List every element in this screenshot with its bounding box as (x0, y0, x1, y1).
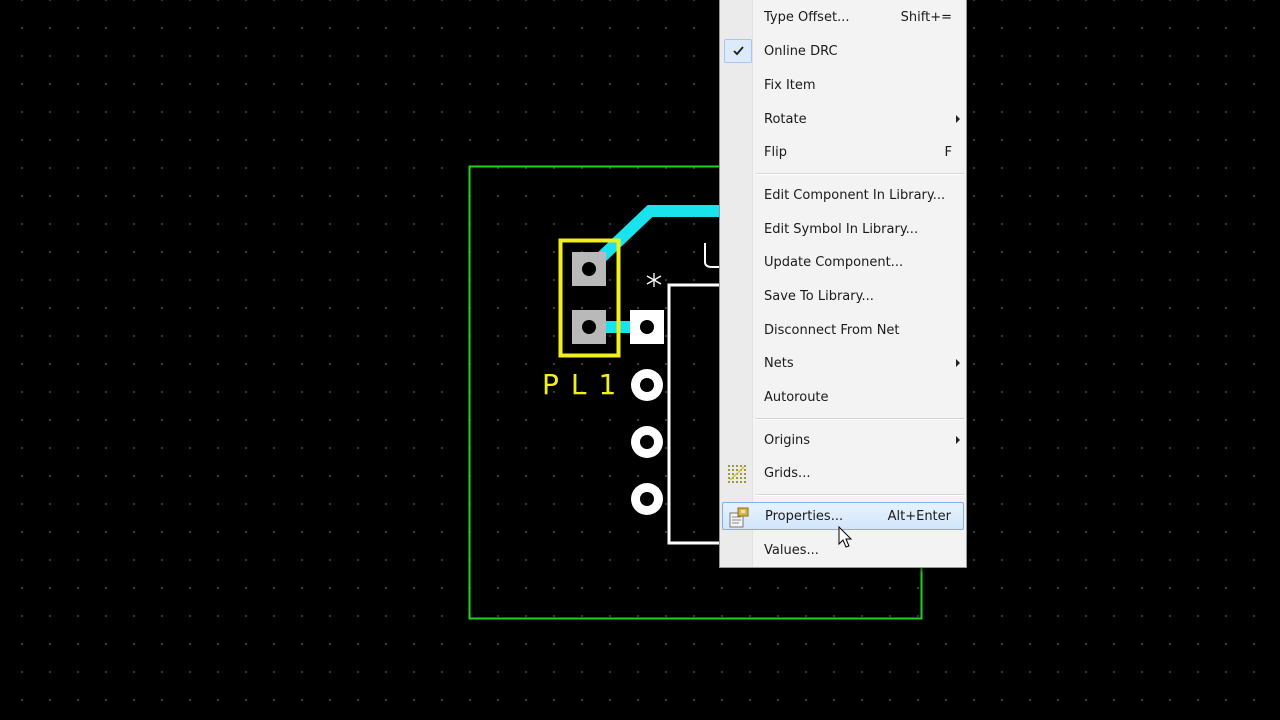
menu-item-grids[interactable]: Grids... (722, 460, 964, 488)
menu-item-nets[interactable]: Nets (722, 350, 964, 378)
pl1-pad-1-hole (582, 262, 596, 276)
menu-item-label: Disconnect From Net (764, 323, 900, 338)
menu-item-edit-symbol-in-library[interactable]: Edit Symbol In Library... (722, 216, 964, 244)
menu-separator (756, 418, 964, 420)
menu-item-rotate[interactable]: Rotate (722, 106, 964, 134)
menu-item-shortcut: F (944, 145, 952, 160)
context-menu[interactable]: Type Offset... Shift+= Online DRC Fix It… (719, 0, 967, 568)
menu-item-online-drc[interactable]: Online DRC (722, 38, 964, 66)
ic-designator-partial (704, 243, 720, 268)
menu-item-fix-item[interactable]: Fix Item (722, 72, 964, 100)
menu-item-label: Autoroute (764, 390, 829, 405)
menu-item-disconnect-from-net[interactable]: Disconnect From Net (722, 317, 964, 345)
menu-item-label: Origins (764, 433, 811, 448)
ic-pad-1-hole (640, 320, 654, 334)
menu-separator (756, 173, 964, 175)
menu-item-label: Update Component... (764, 255, 904, 270)
menu-item-update-component[interactable]: Update Component... (722, 249, 964, 277)
menu-item-autoroute[interactable]: Autoroute (722, 384, 964, 412)
submenu-arrow-icon (956, 115, 960, 123)
menu-item-origins[interactable]: Origins (722, 427, 964, 455)
checkmark-icon (724, 39, 752, 63)
menu-item-save-to-library[interactable]: Save To Library... (722, 283, 964, 311)
menu-item-label: Properties... (765, 509, 844, 524)
menu-item-flip[interactable]: Flip F (722, 139, 964, 167)
menu-item-label: Type Offset... (764, 10, 850, 25)
mouse-cursor-icon (838, 526, 853, 548)
pl1-designator-label[interactable]: PL1 (542, 368, 628, 401)
pcb-drawing[interactable]: PL1 (0, 0, 1280, 720)
submenu-arrow-icon (956, 359, 960, 367)
menu-separator (756, 494, 964, 496)
component-origin-marker (646, 273, 662, 287)
menu-item-type-offset[interactable]: Type Offset... Shift+= (722, 4, 964, 32)
menu-item-label: Edit Symbol In Library... (764, 222, 919, 237)
menu-item-label: Online DRC (764, 44, 838, 59)
pl1-pad-2-hole (582, 320, 596, 334)
pcb-canvas[interactable]: PL1 (0, 0, 1280, 720)
menu-item-shortcut: Alt+Enter (887, 509, 951, 524)
menu-item-label: Flip (764, 145, 787, 160)
menu-item-label: Values... (764, 543, 819, 558)
menu-item-edit-component-in-library[interactable]: Edit Component In Library... (722, 182, 964, 210)
menu-item-label: Fix Item (764, 78, 816, 93)
submenu-arrow-icon (956, 436, 960, 444)
menu-item-label: Nets (764, 356, 794, 371)
menu-item-label: Save To Library... (764, 289, 874, 304)
ic-silkscreen-outline[interactable] (667, 283, 720, 545)
ic-pad-2-hole (640, 378, 654, 392)
grid-icon (728, 465, 746, 483)
ic-pad-4-hole (640, 492, 654, 506)
menu-item-label: Edit Component In Library... (764, 188, 946, 203)
menu-item-label: Grids... (764, 466, 811, 481)
properties-icon (729, 507, 749, 528)
ic-pad-3-hole (640, 435, 654, 449)
menu-item-shortcut: Shift+= (900, 10, 952, 25)
menu-item-label: Rotate (764, 112, 807, 127)
